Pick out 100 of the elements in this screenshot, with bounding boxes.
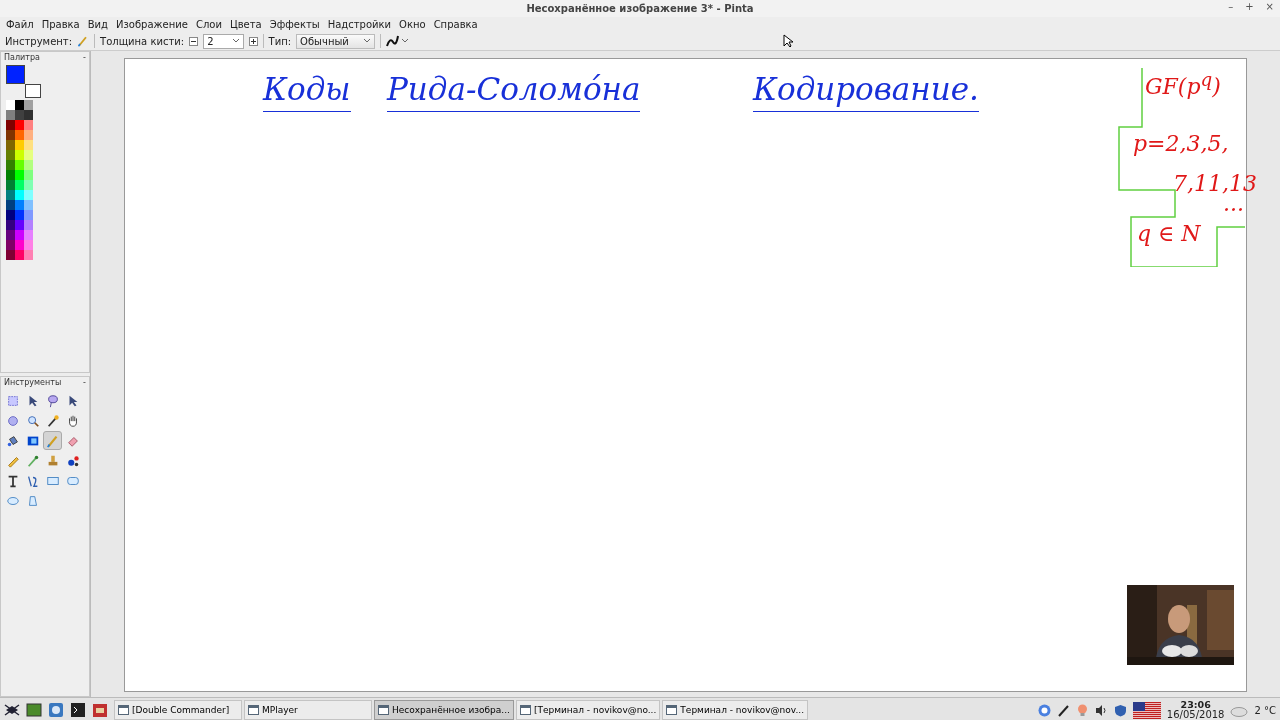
color-swatch[interactable] [6,110,15,120]
type-dropdown[interactable]: Обычный [296,33,375,49]
color-swatch[interactable] [15,210,24,220]
menu-item[interactable]: Эффекты [265,19,324,30]
color-swatch[interactable] [24,140,33,150]
color-swatch[interactable] [15,200,24,210]
color-swatch[interactable] [24,130,33,140]
speaker-icon[interactable] [1094,703,1108,717]
color-swatch[interactable] [15,130,24,140]
color-swatch[interactable] [6,140,15,150]
color-swatch[interactable] [6,190,15,200]
toolbox-icon[interactable] [92,702,108,718]
color-swatch[interactable] [15,120,24,130]
color-swatch[interactable] [15,170,24,180]
color-swatch[interactable] [6,230,15,240]
color-swatch[interactable] [15,240,24,250]
taskbar-button[interactable]: [Терминал - novikov@no... [515,700,661,720]
menu-item[interactable]: Файл [2,19,38,30]
color-swatch[interactable] [24,100,33,110]
primary-color[interactable] [6,65,25,84]
color-swatch[interactable] [15,250,24,260]
color-swatch[interactable] [6,170,15,180]
type-label: Тип: [268,35,292,47]
menu-item[interactable]: Надстройки [323,19,396,30]
window-icon [666,705,678,715]
color-swatch[interactable] [6,210,15,220]
brush-icon [45,433,60,448]
menu-item[interactable]: Вид [83,19,112,30]
color-swatch[interactable] [24,200,33,210]
circle-icon [5,413,20,428]
color-swatch[interactable] [6,220,15,230]
collapse-button[interactable]: - [83,53,86,62]
color-swatch[interactable] [24,110,33,120]
shield-icon[interactable] [1113,703,1127,717]
color-swatch[interactable] [6,150,15,160]
menu-item[interactable]: Справка [429,19,482,30]
minus-icon[interactable] [189,36,199,46]
monitor-icon[interactable] [26,702,42,718]
color-swatch[interactable] [15,180,24,190]
taskbar-button[interactable]: [Double Commander] [114,700,242,720]
color-swatch[interactable] [15,230,24,240]
clock-time: 23:06 [1180,700,1211,710]
color-swatch[interactable] [6,180,15,190]
window-control[interactable]: × [1265,1,1274,12]
color-swatch[interactable] [24,120,33,130]
handwritten-note: q ∈ N [1137,221,1201,247]
color-swatch[interactable] [24,150,33,160]
clock-date: 16/05/2018 [1166,710,1225,720]
color-swatch[interactable] [6,160,15,170]
window-control[interactable]: + [1245,1,1254,12]
bulb-icon[interactable] [1075,703,1089,717]
color-swatch[interactable] [24,180,33,190]
color-swatch[interactable] [15,190,24,200]
color-swatch[interactable] [15,140,24,150]
lasso-icon [45,393,60,408]
dots-icon [65,453,80,468]
taskbar-button[interactable]: Несохранённое изобра... [374,700,514,720]
menu-item[interactable]: Цвета [225,19,266,30]
color-swatch[interactable] [6,200,15,210]
color-swatch[interactable] [15,100,24,110]
brush-width-label: Толщина кисти: [100,35,185,47]
color-swatch[interactable] [24,170,33,180]
color-swatch[interactable] [15,160,24,170]
bucket-icon [5,433,20,448]
color-swatch[interactable] [15,150,24,160]
color-swatch[interactable] [24,240,33,250]
color-swatch[interactable] [15,220,24,230]
handwritten-note: p=2,3,5, [1133,131,1229,157]
menu-item[interactable]: Изображение [112,19,192,30]
menu-item[interactable]: Правка [37,19,84,30]
color-swatch[interactable] [24,210,33,220]
menu-item[interactable]: Окно [395,19,430,30]
color-swatch[interactable] [24,190,33,200]
menu-item[interactable]: Слои [191,19,226,30]
browser-icon[interactable] [48,702,64,718]
plus-icon[interactable] [248,36,258,46]
secondary-color[interactable] [25,84,41,98]
caret-icon [362,38,371,44]
color-swatch[interactable] [15,110,24,120]
color-swatch[interactable] [6,250,15,260]
collapse-button[interactable]: - [83,378,86,387]
color-swatch[interactable] [6,130,15,140]
taskbar-button[interactable]: Терминал - novikov@nov... [662,700,809,720]
color-swatch[interactable] [24,160,33,170]
brush-width-field[interactable]: 2 [203,33,244,49]
taskbar-button[interactable]: MPlayer [244,700,372,720]
color-swatch[interactable] [6,240,15,250]
flag-icon[interactable] [1132,701,1161,719]
antialias-curve-icon[interactable] [385,35,410,47]
terminal-icon[interactable] [70,702,86,718]
handwritten-text: Рида-Соломóна [387,67,641,112]
color-swatch[interactable] [24,220,33,230]
window-control[interactable]: – [1228,1,1234,12]
color-swatch[interactable] [6,100,15,110]
color-swatch[interactable] [6,120,15,130]
chromium-icon[interactable] [1037,703,1051,717]
handwritten-note: GF(p$^{q}$) [1145,68,1221,101]
color-swatch[interactable] [24,230,33,240]
handwritten-note: 7,11,13 [1173,171,1257,197]
color-swatch[interactable] [24,250,33,260]
